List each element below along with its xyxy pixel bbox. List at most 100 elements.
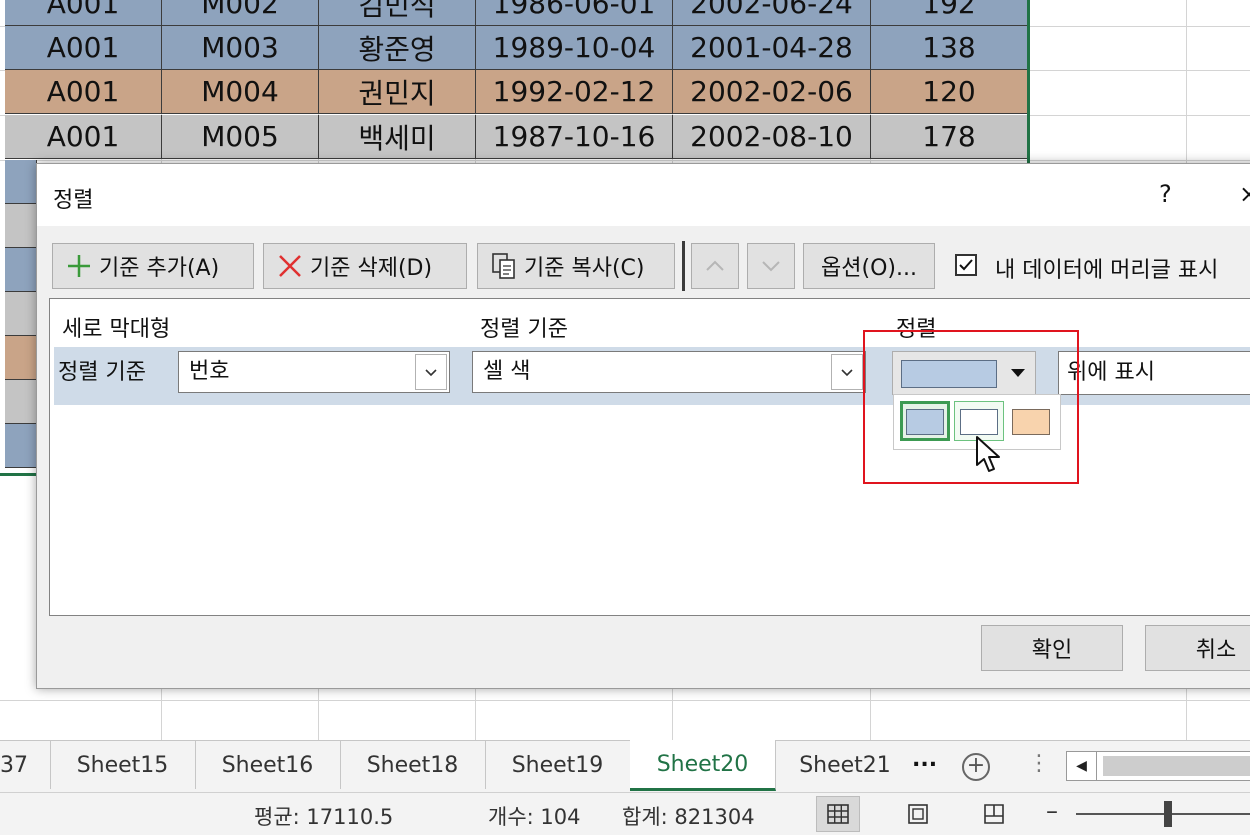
chevron-down-icon[interactable] — [831, 354, 863, 390]
table-row[interactable]: A001 M003 황준영 1989-10-04 2001-04-28 138 — [5, 26, 1028, 70]
checkmark-icon — [959, 259, 973, 271]
table-cell[interactable]: 178 — [871, 115, 1028, 159]
table-cell[interactable]: M003 — [162, 26, 319, 70]
row-fragment[interactable] — [5, 248, 37, 292]
table-cell[interactable]: A001 — [5, 70, 162, 114]
grid-line — [0, 700, 1250, 701]
dialog-titlebar[interactable]: 정렬 ? × — [37, 164, 1250, 226]
sum-stat: 합계: 821304 — [622, 805, 755, 829]
table-cell[interactable]: M004 — [162, 70, 319, 114]
ok-button[interactable]: 확인 — [981, 625, 1123, 671]
scroll-left-icon[interactable]: ◀ — [1067, 752, 1097, 780]
table-row[interactable]: A001 M004 권민지 1992-02-12 2002-02-06 120 — [5, 70, 1028, 114]
copy-level-button[interactable]: 기준 복사(C) — [477, 243, 675, 289]
zoom-out-button[interactable]: – — [1046, 797, 1058, 825]
table-cell[interactable]: 192 — [871, 0, 1028, 26]
sheet-tab-label: Sheet18 — [366, 752, 459, 778]
table-cell[interactable]: A001 — [5, 26, 162, 70]
table-row[interactable]: A001 M005 백세미 1987-10-16 2002-08-10 178 — [5, 115, 1028, 159]
sheet-tab-label: Sheet21 — [799, 752, 891, 778]
ok-label: 확인 — [1031, 638, 1073, 663]
options-button[interactable]: 옵션(O)... — [803, 243, 935, 289]
sort-on-header: 정렬 기준 — [480, 317, 568, 342]
cancel-button[interactable]: 취소 — [1145, 625, 1250, 671]
chevron-down-icon[interactable] — [415, 354, 447, 390]
sheet-tab-active[interactable]: Sheet20 — [630, 740, 776, 791]
sheet-tab[interactable]: Sheet16 — [195, 741, 341, 789]
help-button[interactable]: ? — [1159, 180, 1172, 208]
sheet-tab[interactable]: Sheet18 — [340, 741, 486, 789]
sheet-tab[interactable]: Sheet21 — [775, 741, 915, 789]
table-row[interactable]: A001 M002 김민석 1986-06-01 2002-06-24 192 — [5, 0, 1028, 26]
table-cell[interactable]: 1986-06-01 — [476, 0, 673, 26]
table-cell[interactable]: A001 — [5, 115, 162, 159]
table-cell[interactable]: 1989-10-04 — [476, 26, 673, 70]
vertical-dots-icon[interactable]: ⋮ — [1028, 751, 1050, 776]
table-cell[interactable]: 2001-04-28 — [673, 26, 871, 70]
table-cell[interactable]: 황준영 — [319, 26, 476, 70]
table-cell[interactable]: 2002-02-06 — [673, 70, 871, 114]
normal-view-button[interactable] — [816, 796, 860, 832]
add-sheet-button[interactable]: + — [962, 753, 990, 781]
grid-line — [0, 160, 1250, 161]
table-cell[interactable]: M005 — [162, 115, 319, 159]
move-up-button[interactable] — [691, 243, 739, 289]
table-cell[interactable]: 120 — [871, 70, 1028, 114]
sheet-tab-label: Sheet16 — [221, 752, 314, 778]
copy-icon — [492, 253, 515, 279]
row-fragment[interactable] — [5, 336, 37, 380]
sheet-tab[interactable]: Sheet19 — [485, 741, 631, 789]
row-fragment[interactable] — [5, 160, 37, 204]
table-cell[interactable]: 2002-08-10 — [673, 115, 871, 159]
table-cell[interactable]: 2002-06-24 — [673, 0, 871, 26]
column-dropdown[interactable]: 번호 — [178, 351, 450, 393]
more-sheets-button[interactable]: ... — [912, 747, 937, 772]
row-fragment[interactable] — [5, 424, 37, 468]
page-layout-icon — [908, 804, 928, 824]
column-value: 번호 — [189, 359, 230, 384]
close-button[interactable]: × — [1239, 180, 1250, 208]
table-cell[interactable]: 1987-10-16 — [476, 115, 673, 159]
zoom-slider-thumb[interactable] — [1164, 801, 1172, 827]
table-cell[interactable]: 권민지 — [319, 70, 476, 114]
table-cell[interactable]: 138 — [871, 26, 1028, 70]
page-break-icon — [984, 804, 1004, 824]
sheet-tab[interactable]: 37 — [0, 741, 51, 789]
table-cell[interactable]: 백세미 — [319, 115, 476, 159]
count-stat: 개수: 104 — [488, 805, 581, 829]
sheet-tab-bar: 37 Sheet15 Sheet16 Sheet18 Sheet19 Sheet… — [0, 740, 1250, 793]
table-cell[interactable]: 김민석 — [319, 0, 476, 26]
header-checkbox[interactable] — [955, 254, 977, 276]
chevron-up-icon — [706, 260, 724, 271]
table-cell[interactable]: A001 — [5, 0, 162, 26]
sheet-tab-label: Sheet15 — [76, 752, 169, 778]
sheet-tab[interactable]: Sheet15 — [50, 741, 196, 789]
x-icon — [279, 255, 301, 277]
move-down-button[interactable] — [747, 243, 795, 289]
order-position-value: 위에 표시 — [1067, 360, 1155, 385]
add-level-label: 기준 추가(A) — [99, 256, 220, 281]
table-cell[interactable]: 1992-02-12 — [476, 70, 673, 114]
table-cell[interactable]: M002 — [162, 0, 319, 26]
delete-level-label: 기준 삭제(D) — [310, 256, 433, 281]
row-fragment[interactable] — [5, 292, 37, 336]
zoom-slider[interactable] — [1076, 813, 1250, 815]
grid-icon — [827, 804, 849, 824]
order-position-dropdown[interactable]: 위에 표시 — [1058, 351, 1250, 395]
selection-border — [1027, 0, 1030, 163]
copy-level-label: 기준 복사(C) — [524, 256, 645, 281]
page-break-view-button[interactable] — [972, 796, 1016, 832]
sheet-tab-label: 37 — [0, 752, 28, 778]
row-fragment[interactable] — [5, 204, 37, 248]
sort-on-value: 셀 색 — [483, 359, 531, 384]
row-fragment[interactable] — [5, 380, 37, 424]
page-layout-view-button[interactable] — [896, 796, 940, 832]
delete-level-button[interactable]: 기준 삭제(D) — [263, 243, 467, 289]
toolbar-separator — [682, 241, 685, 291]
column-header: 세로 막대형 — [62, 317, 171, 342]
sort-on-dropdown[interactable]: 셀 색 — [472, 351, 866, 393]
add-level-button[interactable]: 기준 추가(A) — [52, 243, 254, 289]
horizontal-scrollbar[interactable]: ◀ — [1066, 751, 1250, 781]
sort-dialog: 정렬 ? × 기준 추가(A) 기준 삭제(D) 기준 복사(C) 옵션(O).… — [36, 163, 1250, 689]
scrollbar-thumb[interactable] — [1103, 756, 1250, 776]
